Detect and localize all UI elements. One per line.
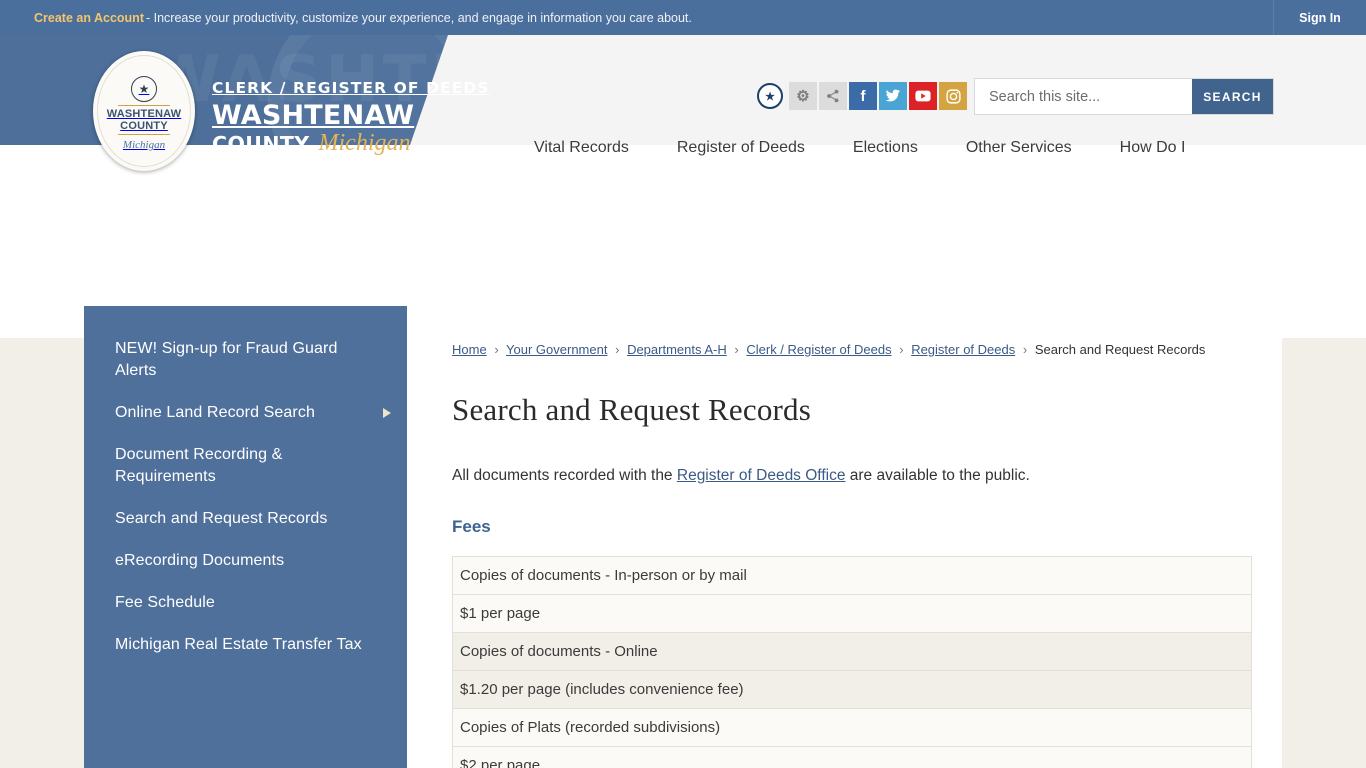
page-title: Search and Request Records bbox=[452, 392, 812, 427]
gear-icon[interactable]: ⚙ bbox=[789, 82, 817, 110]
sidebar-item-online-land-record-search[interactable]: Online Land Record Search bbox=[84, 392, 407, 434]
chevron-right-icon bbox=[383, 408, 391, 418]
seal-ring bbox=[97, 55, 191, 167]
fee-cell: $1 per page bbox=[452, 594, 1252, 633]
wordmark-michigan: Michigan bbox=[318, 129, 411, 156]
wordmark-washtenaw: WASHTENAW bbox=[212, 99, 415, 131]
share-icon[interactable] bbox=[819, 82, 847, 110]
utility-bar-text: - Increase your productivity, customize … bbox=[145, 10, 692, 25]
breadcrumb-separator: › bbox=[615, 342, 620, 357]
main-content: Home › Your Government › Departments A-H… bbox=[452, 338, 1252, 768]
intro-text-before: All documents recorded with the bbox=[452, 467, 677, 484]
table-row: Copies of Plats (recorded subdivisions) bbox=[452, 708, 1252, 747]
county-seal-glyph: ★ bbox=[757, 83, 783, 109]
breadcrumb-item-your-government[interactable]: Your Government bbox=[506, 342, 607, 357]
fee-cell: Copies of Plats (recorded subdivisions) bbox=[452, 708, 1252, 747]
sidebar-item-label: NEW! Sign-up for Fraud Guard Alerts bbox=[115, 340, 338, 379]
wordmark-county: COUNTY bbox=[212, 131, 310, 156]
main-navigation: Vital Records Register of Deeds Election… bbox=[510, 139, 1209, 157]
table-row: $1 per page bbox=[452, 594, 1252, 633]
breadcrumb-item-departments-a-h[interactable]: Departments A-H bbox=[627, 342, 727, 357]
sidebar-item-erecording-documents[interactable]: eRecording Documents bbox=[84, 540, 407, 582]
sidebar-item-label: Search and Request Records bbox=[115, 510, 328, 527]
sidebar-item-label: Document Recording & Requirements bbox=[115, 446, 283, 485]
site-search: SEARCH bbox=[974, 78, 1274, 115]
facebook-icon[interactable]: f bbox=[849, 82, 877, 110]
breadcrumb-item-home[interactable]: Home bbox=[452, 342, 487, 357]
nav-item-elections[interactable]: Elections bbox=[829, 139, 942, 157]
breadcrumb-separator: › bbox=[899, 342, 904, 357]
sidebar-item-document-recording-requirements[interactable]: Document Recording & Requirements bbox=[84, 434, 407, 498]
utility-bar: Create an Account - Increase your produc… bbox=[0, 0, 1366, 35]
nav-item-how-do-i[interactable]: How Do I bbox=[1096, 139, 1210, 157]
create-account-link[interactable]: Create an Account bbox=[34, 11, 144, 25]
twitter-icon[interactable] bbox=[879, 82, 907, 110]
youtube-icon[interactable] bbox=[909, 82, 937, 110]
fee-table: Copies of documents - In-person or by ma… bbox=[452, 556, 1252, 768]
fees-heading: Fees bbox=[452, 517, 491, 536]
breadcrumb-item-current: Search and Request Records bbox=[1034, 342, 1206, 357]
table-row: $2 per page bbox=[452, 746, 1252, 768]
nav-item-other-services[interactable]: Other Services bbox=[942, 139, 1096, 157]
section-sidebar: NEW! Sign-up for Fraud Guard Alerts Onli… bbox=[84, 306, 407, 768]
register-of-deeds-office-link[interactable]: Register of Deeds Office bbox=[677, 467, 846, 484]
sidebar-item-fraud-guard-alerts[interactable]: NEW! Sign-up for Fraud Guard Alerts bbox=[84, 328, 407, 392]
sign-in-button[interactable]: Sign In bbox=[1273, 0, 1366, 35]
social-icon-row: ★ ⚙ f bbox=[756, 82, 969, 110]
breadcrumb-separator: › bbox=[734, 342, 739, 357]
sidebar-item-michigan-real-estate-transfer-tax[interactable]: Michigan Real Estate Transfer Tax bbox=[84, 624, 407, 666]
breadcrumb-item-register-of-deeds[interactable]: Register of Deeds bbox=[911, 342, 1015, 357]
fee-cell: $2 per page bbox=[452, 746, 1252, 768]
search-input[interactable] bbox=[975, 79, 1192, 114]
breadcrumb-separator: › bbox=[494, 342, 499, 357]
intro-paragraph: All documents recorded with the Register… bbox=[452, 465, 1252, 487]
sidebar-item-label: Fee Schedule bbox=[115, 594, 215, 611]
sidebar-item-fee-schedule[interactable]: Fee Schedule bbox=[84, 582, 407, 624]
nav-item-register-of-deeds[interactable]: Register of Deeds bbox=[653, 139, 829, 157]
fee-cell: Copies of documents - In-person or by ma… bbox=[452, 556, 1252, 595]
county-seal-logo[interactable]: ★ WASHTENAW COUNTY Michigan bbox=[93, 51, 195, 171]
breadcrumb-item-clerk-register-of-deeds[interactable]: Clerk / Register of Deeds bbox=[746, 342, 891, 357]
county-seal-icon[interactable]: ★ bbox=[756, 82, 784, 110]
intro-text-after: are available to the public. bbox=[845, 467, 1030, 484]
site-header: WASHTENAW ★ WASHTENAW COUNTY Michigan CL… bbox=[0, 35, 1366, 171]
nav-item-vital-records[interactable]: Vital Records bbox=[510, 139, 653, 157]
search-button[interactable]: SEARCH bbox=[1192, 79, 1273, 114]
table-row: Copies of documents - Online bbox=[452, 632, 1252, 671]
utility-bar-message: Create an Account - Increase your produc… bbox=[0, 11, 692, 25]
table-row: Copies of documents - In-person or by ma… bbox=[452, 556, 1252, 595]
sidebar-item-label: Michigan Real Estate Transfer Tax bbox=[115, 636, 362, 653]
table-row: $1.20 per page (includes convenience fee… bbox=[452, 670, 1252, 709]
seal-crest-icon: ★ bbox=[131, 75, 157, 102]
sidebar-item-label: Online Land Record Search bbox=[115, 404, 315, 421]
sidebar-item-label: eRecording Documents bbox=[115, 552, 285, 569]
breadcrumb: Home › Your Government › Departments A-H… bbox=[452, 338, 1252, 359]
instagram-icon[interactable] bbox=[939, 82, 967, 110]
fee-cell: Copies of documents - Online bbox=[452, 632, 1252, 671]
fee-cell: $1.20 per page (includes convenience fee… bbox=[452, 670, 1252, 709]
sidebar-item-search-and-request-records[interactable]: Search and Request Records bbox=[84, 498, 407, 540]
breadcrumb-separator: › bbox=[1022, 342, 1028, 357]
wordmark-eyebrow: CLERK / REGISTER OF DEEDS bbox=[212, 79, 490, 97]
site-wordmark[interactable]: CLERK / REGISTER OF DEEDS WASHTENAW COUN… bbox=[212, 79, 490, 156]
